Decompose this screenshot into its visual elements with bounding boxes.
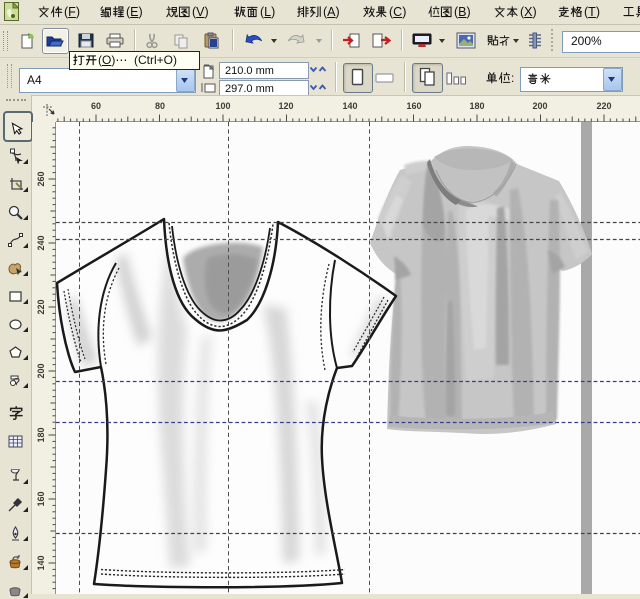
svg-text:140: 140 [342,101,357,111]
svg-text:260: 260 [36,171,46,186]
svg-text:180: 180 [36,427,46,442]
svg-text:180: 180 [469,101,484,111]
svg-text:160: 160 [36,491,46,506]
svg-text:240: 240 [36,235,46,250]
svg-text:120: 120 [278,101,293,111]
svg-text:200: 200 [532,101,547,111]
svg-text:60: 60 [91,101,101,111]
svg-text:200: 200 [36,363,46,378]
svg-text:220: 220 [36,299,46,314]
svg-text:100: 100 [215,101,230,111]
svg-text:220: 220 [596,101,611,111]
svg-text:80: 80 [155,101,165,111]
svg-text:160: 160 [406,101,421,111]
svg-text:140: 140 [36,555,46,570]
